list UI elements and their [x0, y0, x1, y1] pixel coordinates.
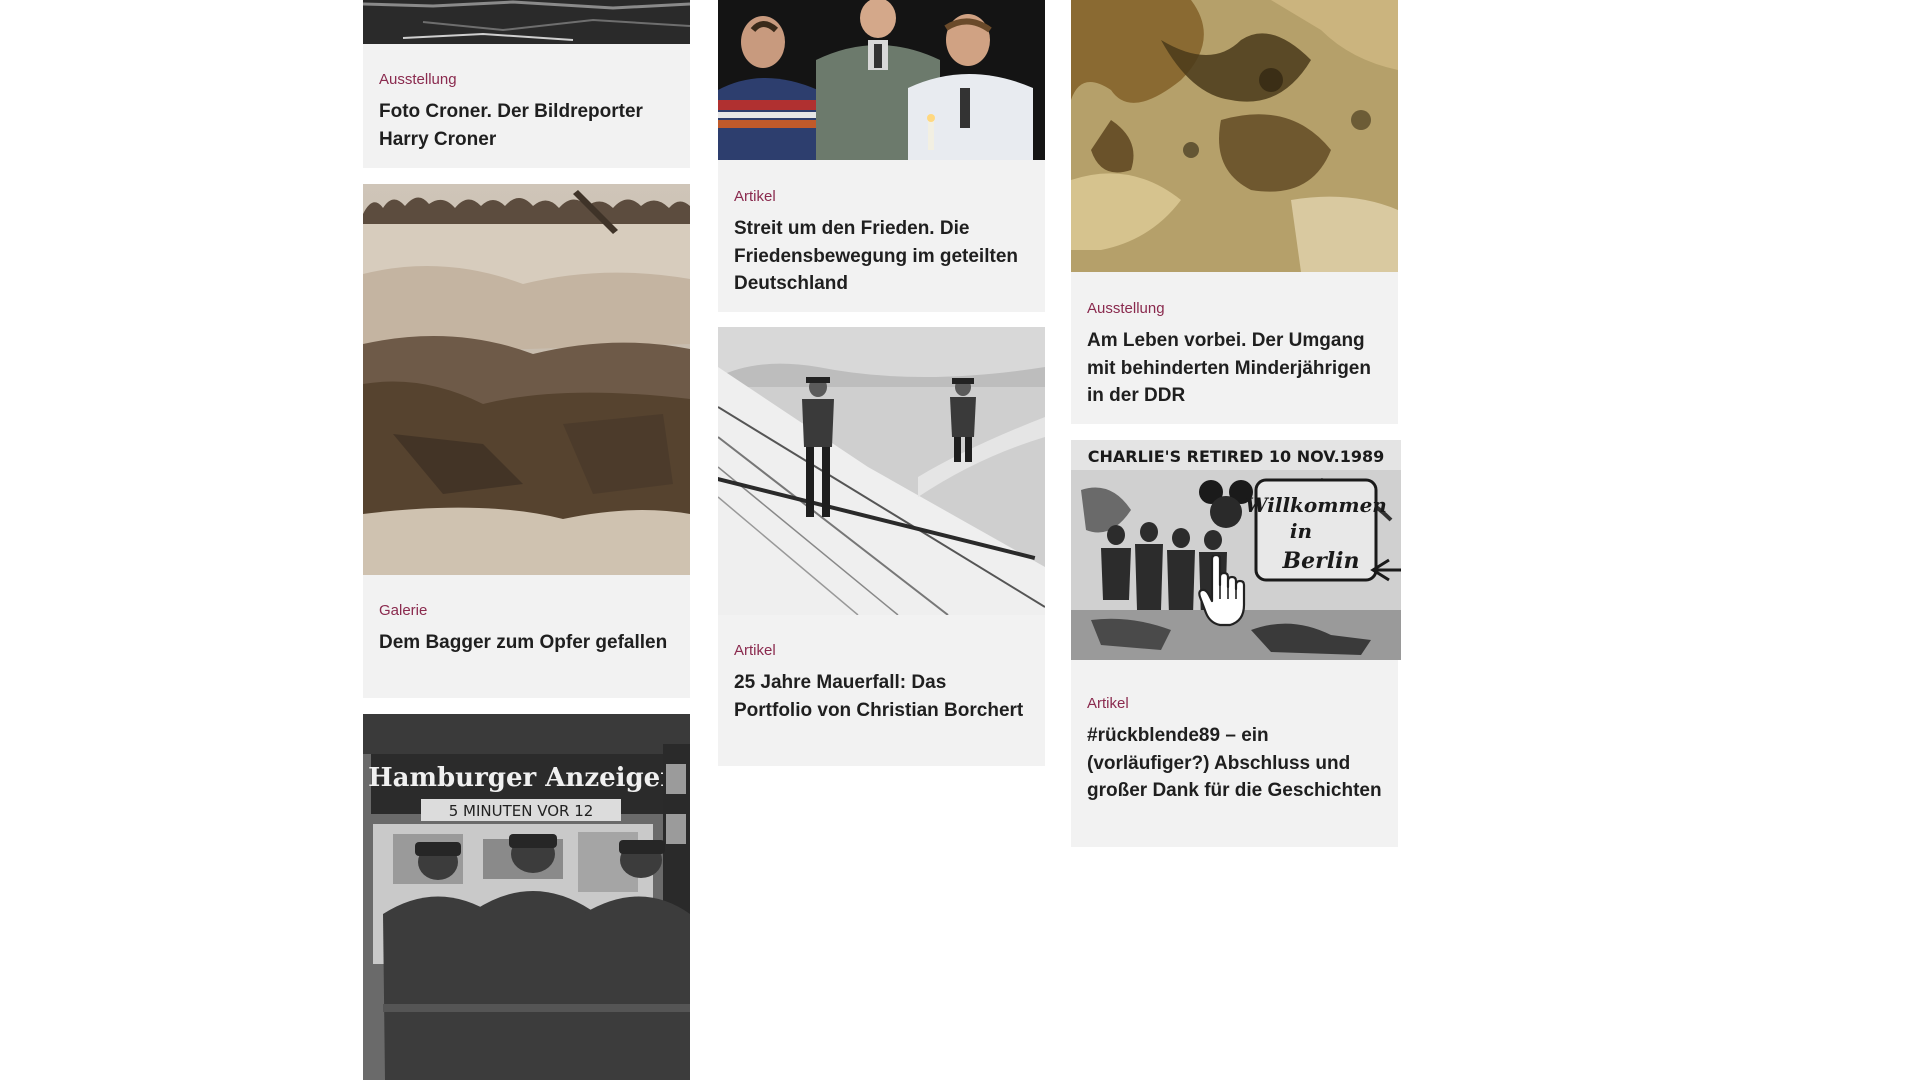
- teaser-card-rueckblende89[interactable]: CHARLIE'S RETIRED 10 NOV.1989 Willkommen…: [1071, 440, 1401, 847]
- wall-graffiti-line2: in: [1290, 519, 1312, 543]
- teaser-card-hamburger-anzeiger[interactable]: Hamburger Anzeiger 5 MINUTEN VOR 12: [363, 714, 690, 1080]
- teaser-card-bagger[interactable]: Galerie Dem Bagger zum Opfer gefallen: [363, 184, 690, 698]
- card-type-label: Ausstellung: [379, 71, 457, 88]
- wall-top-text: CHARLIE'S RETIRED 10 NOV.1989: [1088, 447, 1384, 466]
- card-body: Galerie Dem Bagger zum Opfer gefallen: [363, 602, 690, 657]
- wall-graffiti-line1: Willkommen: [1245, 493, 1387, 517]
- card-body: Artikel 25 Jahre Mauerfall: Das Portfoli…: [718, 642, 1045, 724]
- card-title[interactable]: #rückblende89 – ein (vorläufiger?) Absch…: [1087, 722, 1382, 805]
- card-type-label: Artikel: [734, 188, 776, 205]
- card-title[interactable]: 25 Jahre Mauerfall: Das Portfolio von Ch…: [734, 669, 1029, 724]
- card-body: Ausstellung Foto Croner. Der Bildreporte…: [363, 71, 690, 153]
- card-image-three-men: [718, 0, 1045, 160]
- card-type-label: Artikel: [1087, 695, 1129, 712]
- page: Ausstellung Foto Croner. Der Bildreporte…: [0, 0, 1920, 1080]
- anzeiger-sign-subtitle: 5 MINUTEN VOR 12: [449, 802, 594, 820]
- anzeiger-sign-title: Hamburger Anzeiger: [368, 763, 674, 793]
- card-image-border-guards: [718, 327, 1045, 615]
- wall-graffiti-line3: Berlin: [1282, 548, 1360, 574]
- card-title[interactable]: Streit um den Frieden. Die Friedensbeweg…: [734, 215, 1029, 298]
- card-body: Artikel Streit um den Frieden. Die Fried…: [718, 188, 1045, 298]
- card-image-berlin-wall-graffiti: CHARLIE'S RETIRED 10 NOV.1989 Willkommen…: [1071, 440, 1401, 660]
- card-title[interactable]: Dem Bagger zum Opfer gefallen: [379, 629, 674, 657]
- card-type-label: Galerie: [379, 602, 428, 619]
- teaser-card-25-jahre-mauerfall[interactable]: Artikel 25 Jahre Mauerfall: Das Portfoli…: [718, 327, 1045, 766]
- card-image-hamburger-anzeiger: Hamburger Anzeiger 5 MINUTEN VOR 12: [363, 714, 690, 1080]
- card-image-texture: [1071, 0, 1398, 272]
- teaser-card-am-leben-vorbei[interactable]: Ausstellung Am Leben vorbei. Der Umgang …: [1071, 0, 1398, 424]
- card-title[interactable]: Foto Croner. Der Bildreporter Harry Cron…: [379, 98, 674, 153]
- card-type-label: Artikel: [734, 642, 776, 659]
- card-type-label: Ausstellung: [1087, 300, 1165, 317]
- card-image-dark-strip: [363, 0, 690, 44]
- card-title[interactable]: Am Leben vorbei. Der Umgang mit behinder…: [1087, 327, 1382, 410]
- teaser-card-foto-croner[interactable]: Ausstellung Foto Croner. Der Bildreporte…: [363, 0, 690, 168]
- card-body: Ausstellung Am Leben vorbei. Der Umgang …: [1071, 300, 1398, 410]
- teaser-card-streit-um-den-frieden[interactable]: Artikel Streit um den Frieden. Die Fried…: [718, 0, 1045, 312]
- card-image-quarry: [363, 184, 690, 575]
- card-body: Artikel #rückblende89 – ein (vorläufiger…: [1071, 695, 1398, 805]
